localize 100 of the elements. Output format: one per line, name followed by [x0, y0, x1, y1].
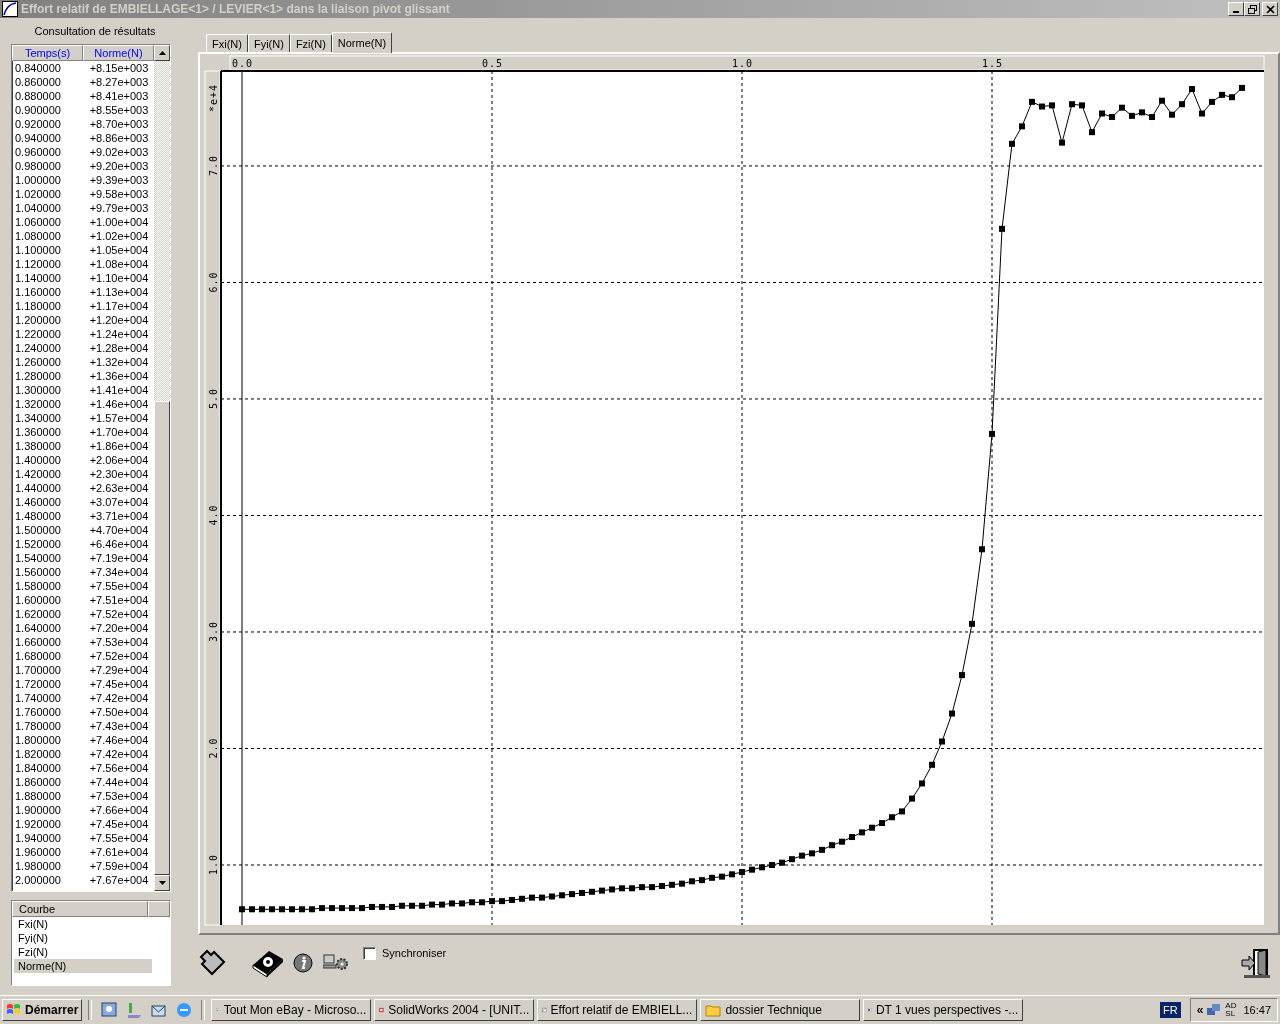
value-cell-text: +1.46e+004 — [88, 397, 150, 411]
time-cell-text: 1.560000 — [15, 565, 62, 579]
time-cell-text: 1.940000 — [15, 831, 62, 845]
language-indicator[interactable]: FR — [1160, 1002, 1181, 1018]
data-point — [899, 808, 905, 815]
column-header[interactable]: Temps(s) — [12, 45, 83, 61]
value-cell-text: +8.55e+003 — [88, 103, 150, 117]
data-point — [869, 824, 875, 831]
y-axis-label: *e+4 — [208, 83, 219, 112]
time-cell-text: 1.300000 — [15, 383, 62, 397]
data-point — [399, 902, 405, 909]
data-point — [999, 225, 1005, 232]
value-cell-text: +7.67e+004 — [88, 873, 150, 887]
data-point — [589, 888, 595, 895]
restore-icon — [1247, 4, 1257, 14]
data-point — [979, 546, 985, 553]
data-point — [579, 889, 585, 896]
value-cell-text: +2.63e+004 — [88, 481, 150, 495]
time-cell-text: 1.580000 — [15, 579, 62, 593]
taskbar-button[interactable]: dossier Technique — [700, 999, 861, 1021]
data-point — [909, 795, 915, 802]
value-cell-text: +7.34e+004 — [88, 565, 150, 579]
info-icon[interactable] — [293, 953, 313, 973]
time-cell-text: 1.740000 — [15, 691, 62, 705]
data-point — [679, 880, 685, 887]
taskbar-button[interactable]: SolidWorks 2004 - [UNIT... — [374, 999, 535, 1021]
value-cell-text: +9.58e+003 — [88, 187, 150, 201]
time-cell-text: 1.020000 — [15, 187, 62, 201]
data-point — [369, 903, 375, 910]
scrollbar[interactable] — [154, 45, 170, 891]
close-button[interactable] — [1262, 2, 1278, 16]
data-point — [929, 761, 935, 768]
data-point — [1099, 110, 1105, 117]
computer-gear-icon[interactable] — [323, 954, 349, 972]
time-cell-text: 0.940000 — [15, 131, 62, 145]
synchronize-checkbox[interactable] — [363, 946, 376, 960]
value-cell-text: +7.29e+004 — [88, 663, 150, 677]
data-point — [1149, 114, 1155, 120]
scroll-down-button[interactable] — [154, 875, 170, 891]
data-point — [1229, 94, 1235, 101]
network-icon[interactable] — [1206, 1002, 1223, 1018]
tab[interactable]: Fzi(N) — [289, 34, 332, 52]
time-cell-text: 1.420000 — [15, 467, 62, 481]
arrow-icon[interactable] — [198, 949, 228, 977]
close-icon — [1265, 4, 1275, 14]
time-cell-text: 1.840000 — [15, 761, 62, 775]
value-cell-text: +7.55e+004 — [88, 579, 150, 593]
scroll-up-button[interactable] — [154, 45, 170, 61]
time-cell-text: 1.060000 — [15, 215, 62, 229]
time-cell-text: 1.160000 — [15, 285, 62, 299]
taskbar-button[interactable]: Effort relatif de EMBIELL... — [537, 999, 698, 1021]
start-button[interactable]: Démarrer — [2, 999, 83, 1021]
time-cell-text: 1.780000 — [15, 719, 62, 733]
value-cell-text: +7.19e+004 — [88, 551, 150, 565]
curve-list-item[interactable]: Fyi(N) — [14, 931, 152, 945]
data-point — [1209, 98, 1215, 105]
value-cell-text: +7.59e+004 — [88, 859, 150, 873]
time-cell-text: 1.000000 — [15, 173, 62, 187]
time-cell-text: 1.040000 — [15, 201, 62, 215]
data-point — [889, 814, 895, 821]
time-cell-text: 1.540000 — [15, 551, 62, 565]
value-cell-text: +7.66e+004 — [88, 803, 150, 817]
tray-expand-button[interactable]: « — [1196, 1003, 1204, 1017]
tab[interactable]: Fyi(N) — [247, 34, 290, 52]
value-cell-text: +3.07e+004 — [88, 495, 150, 509]
curve-list-item[interactable]: Fzi(N) — [14, 945, 152, 959]
time-cell-text: 0.960000 — [15, 145, 62, 159]
tray-badge-text: AD — [1225, 1002, 1237, 1010]
data-point — [379, 903, 385, 910]
column-header[interactable]: Courbe — [12, 901, 148, 917]
data-point — [1189, 86, 1195, 93]
time-cell-text: 1.340000 — [15, 411, 62, 425]
data-point — [339, 905, 345, 912]
taskbar-button[interactable]: DT 1 vues perspectives -... — [863, 999, 1024, 1021]
value-cell-text: +7.53e+004 — [88, 789, 150, 803]
time-cell-text: 1.680000 — [15, 649, 62, 663]
data-point — [249, 906, 255, 913]
data-point — [309, 906, 315, 913]
data-point — [669, 881, 675, 888]
tab[interactable]: Fxi(N) — [206, 34, 248, 52]
data-point — [1079, 102, 1085, 109]
scroll-thumb[interactable] — [154, 401, 170, 875]
desktop-icon[interactable] — [100, 1001, 119, 1019]
data-point — [629, 885, 635, 892]
time-cell-text: 1.100000 — [15, 243, 62, 257]
curve-list-item[interactable]: Fxi(N) — [14, 917, 152, 931]
restore-button[interactable] — [1244, 2, 1260, 16]
minimize-button[interactable] — [1228, 2, 1244, 16]
tab[interactable]: Norme(N) — [331, 32, 393, 53]
taskbar-button[interactable]: Tout Mon eBay - Microso... — [211, 999, 372, 1021]
data-point — [639, 884, 645, 891]
data-point — [719, 873, 725, 880]
curve-list-item[interactable]: Norme(N) — [14, 959, 152, 973]
data-point — [699, 877, 705, 884]
value-cell-text: +9.20e+003 — [88, 159, 150, 173]
data-point — [289, 906, 295, 913]
exit-door-icon[interactable] — [1240, 947, 1272, 979]
column-header[interactable]: Norme(N) — [83, 45, 154, 61]
data-point — [799, 852, 805, 859]
data-point — [529, 894, 535, 901]
